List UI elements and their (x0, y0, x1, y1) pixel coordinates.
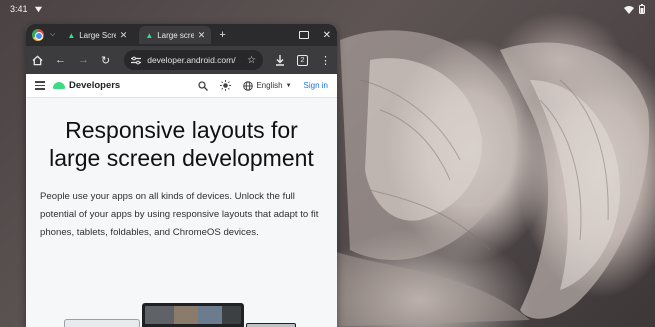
forward-arrow-icon[interactable]: → (78, 54, 89, 66)
desktop-screen: 3:41 ⌵ ▲ Large Screen ✕ ▲ Large screen ✕… (0, 0, 655, 327)
sign-in-link[interactable]: Sign in (304, 81, 328, 90)
close-window-icon[interactable]: ✕ (323, 30, 331, 41)
laptop-image (64, 319, 140, 327)
back-arrow-icon[interactable]: ← (55, 54, 66, 66)
wifi-icon (624, 5, 634, 14)
tab-title: Large screen (157, 30, 194, 40)
language-selector[interactable]: English ▼ (243, 80, 292, 91)
battery-icon (639, 4, 645, 14)
reload-icon[interactable]: ↻ (101, 54, 110, 67)
wallpaper-feathers-image (330, 30, 650, 327)
tab-title: Large Screen (79, 30, 116, 40)
tab-large-screen-2[interactable]: ▲ Large screen ✕ (139, 26, 212, 44)
tablet-image (142, 303, 244, 327)
android-logo-icon (53, 82, 65, 89)
tab-search-chevron-icon[interactable]: ⌵ (50, 31, 55, 39)
hamburger-menu-icon[interactable] (35, 81, 45, 90)
search-icon[interactable] (198, 80, 209, 91)
url-text: developer.android.com/ (147, 55, 236, 65)
tab-count-button[interactable]: 2 (297, 54, 308, 66)
page-content: Responsive layouts for large screen deve… (26, 98, 337, 327)
site-brand[interactable]: Developers (69, 80, 120, 91)
bookmark-star-icon[interactable]: ☆ (247, 55, 256, 66)
theme-toggle-icon[interactable] (220, 80, 232, 91)
status-bar: 3:41 (0, 0, 655, 18)
maximize-window-icon[interactable] (298, 31, 309, 39)
clock: 3:41 (10, 4, 28, 14)
browser-toolbar: ← → ↻ developer.android.com/ ☆ 2 ⋮ (26, 46, 337, 74)
tab-large-screen-1[interactable]: ▲ Large Screen ✕ (61, 26, 133, 44)
site-header: Developers English ▼ Sign in (26, 74, 337, 98)
download-icon[interactable] (275, 54, 285, 66)
globe-icon (243, 80, 254, 91)
home-icon[interactable] (32, 55, 43, 66)
hero-title: Responsive layouts for large screen deve… (49, 117, 314, 171)
new-tab-plus-icon[interactable]: + (219, 29, 225, 41)
address-bar[interactable]: developer.android.com/ ☆ (124, 50, 263, 70)
hero-description: People use your apps on all kinds of dev… (40, 191, 319, 238)
notification-icon (34, 6, 42, 12)
more-menu-icon[interactable]: ⋮ (320, 54, 331, 67)
tab-close-icon[interactable]: ✕ (120, 30, 128, 41)
caret-down-icon: ▼ (285, 82, 292, 89)
tab-close-icon[interactable]: ✕ (198, 30, 206, 41)
browser-window: ⌵ ▲ Large Screen ✕ ▲ Large screen ✕ + ✕ … (26, 24, 337, 327)
chrome-logo-icon (32, 29, 44, 41)
devices-illustration (26, 301, 337, 327)
android-favicon-icon: ▲ (67, 30, 76, 40)
android-favicon-icon: ▲ (145, 30, 154, 40)
site-settings-icon[interactable] (131, 56, 142, 65)
tab-strip: ⌵ ▲ Large Screen ✕ ▲ Large screen ✕ + ✕ (26, 24, 337, 46)
phone-image (246, 323, 296, 327)
language-label: English (256, 81, 283, 90)
